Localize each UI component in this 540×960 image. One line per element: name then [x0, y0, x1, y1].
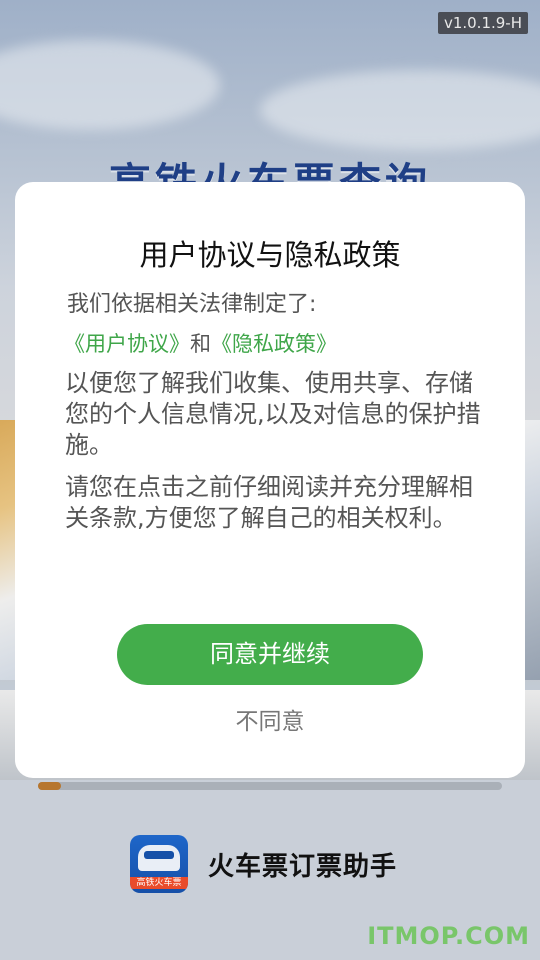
- cloud-decoration: [0, 40, 220, 130]
- agree-continue-button[interactable]: 同意并继续: [117, 624, 423, 685]
- app-logo: 高铁火车票: [130, 835, 188, 893]
- version-badge: v1.0.1.9-H: [437, 12, 528, 34]
- privacy-dialog: 用户协议与隐私政策 我们依据相关法律制定了: 《用户协议》和《隐私政策》 以便您…: [15, 182, 525, 778]
- train-window-icon: [144, 851, 174, 859]
- dialog-paragraph-2: 请您在点击之前仔细阅读并充分理解相关条款,方便您了解自己的相关权利。: [65, 473, 473, 532]
- and-text: 和: [190, 332, 211, 356]
- policy-links: 《用户协议》和《隐私政策》: [64, 328, 337, 358]
- dialog-intro: 我们依据相关法律制定了:: [67, 292, 317, 317]
- privacy-policy-link[interactable]: 《隐私政策》: [211, 332, 337, 356]
- disagree-button[interactable]: 不同意: [170, 702, 370, 736]
- loading-progress-bar: [38, 782, 502, 790]
- loading-progress-fill: [38, 782, 62, 790]
- user-agreement-link[interactable]: 《用户协议》: [64, 332, 190, 356]
- watermark: ITMOP.COM: [367, 922, 530, 950]
- logo-label: 高铁火车票: [130, 877, 188, 889]
- cloud-decoration: [260, 70, 540, 150]
- app-name: 火车票订票助手: [208, 852, 398, 882]
- dialog-title: 用户协议与隐私政策: [139, 238, 401, 272]
- dialog-paragraph-1: 以便您了解我们收集、使用共享、存储您的个人信息情况,以及对信息的保护措施。: [65, 369, 481, 459]
